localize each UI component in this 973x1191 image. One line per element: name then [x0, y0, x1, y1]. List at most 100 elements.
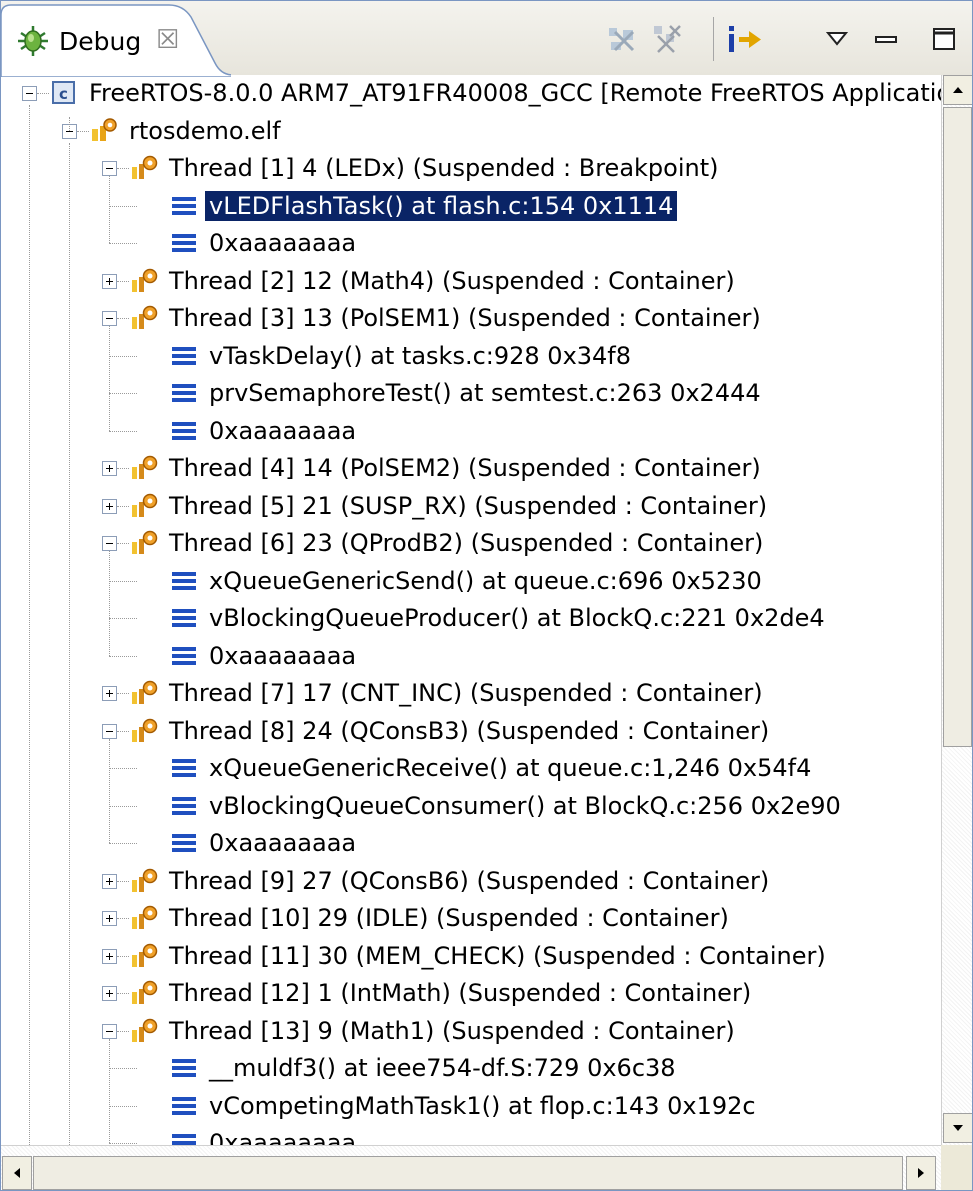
thread-item[interactable]: Thread [13] 9 (Math1) (Suspended : Conta…: [127, 1013, 739, 1049]
stack-frame-item[interactable]: vCompetingMathTask1() at flop.c:143 0x19…: [167, 1088, 760, 1124]
scroll-up-button[interactable]: [943, 75, 972, 105]
tree-guide-line: [109, 738, 110, 843]
stack-frame-icon: [167, 601, 201, 635]
debug-bug-icon: [15, 23, 51, 63]
thread-icon: [127, 301, 161, 335]
scrollbar-corner: [941, 1145, 972, 1190]
stack-frame-item[interactable]: xQueueGenericSend() at queue.c:696 0x523…: [167, 563, 766, 599]
tree-item-label: Thread [7] 17 (CNT_INC) (Suspended : Con…: [169, 679, 763, 707]
tree-item-label: Thread [3] 13 (PolSEM1) (Suspended : Con…: [169, 304, 761, 332]
tree-item-label: Thread [10] 29 (IDLE) (Suspended : Conta…: [169, 904, 729, 932]
tree-item-label: xQueueGenericSend() at queue.c:696 0x523…: [209, 566, 762, 595]
stack-frame-item[interactable]: vBlockingQueueProducer() at BlockQ.c:221…: [167, 600, 829, 636]
tree-connector: [109, 580, 137, 582]
svg-text:c: c: [59, 85, 68, 103]
stack-frame-item[interactable]: 0xaaaaaaaa: [167, 825, 360, 861]
tree-guide-line: [109, 326, 110, 431]
stack-frame-item[interactable]: __muldf3() at ieee754-df.S:729 0x6c38: [167, 1050, 680, 1086]
tree-item-label: vTaskDelay() at tasks.c:928 0x34f8: [209, 341, 632, 370]
expand-toggle-icon[interactable]: [102, 873, 117, 889]
scroll-left-button[interactable]: [2, 1156, 32, 1190]
expand-toggle-icon[interactable]: [102, 686, 117, 701]
expand-toggle-icon[interactable]: [102, 461, 117, 476]
stack-frame-item[interactable]: xQueueGenericReceive() at queue.c:1,246 …: [167, 750, 815, 786]
tree-item-label: vBlockingQueueProducer() at BlockQ.c:221…: [209, 604, 825, 632]
tree-item-label: Thread [13] 9 (Math1) (Suspended : Conta…: [169, 1016, 735, 1045]
horizontal-scroll-thumb[interactable]: [33, 1156, 903, 1190]
stack-frame-item[interactable]: 0xaaaaaaaa: [167, 225, 360, 261]
tree-item-label: Thread [4] 14 (PolSEM2) (Suspended : Con…: [169, 454, 761, 482]
thread-item[interactable]: Thread [7] 17 (CNT_INC) (Suspended : Con…: [127, 675, 767, 711]
thread-item[interactable]: Thread [1] 4 (LEDx) (Suspended : Breakpo…: [127, 150, 723, 186]
thread-item[interactable]: Thread [12] 1 (IntMath) (Suspended : Con…: [127, 975, 755, 1011]
stack-frame-icon: [167, 1051, 201, 1085]
debug-tree[interactable]: c FreeRTOS-8.0.0 ARM7_AT91FR40008_GCC [Re…: [1, 75, 941, 1145]
tree-connector: [109, 843, 137, 844]
tree-item-label: Thread [6] 23 (QProdB2) (Suspended : Con…: [169, 529, 764, 557]
process-item[interactable]: rtosdemo.elf: [87, 113, 285, 149]
close-icon[interactable]: ☒: [156, 27, 179, 53]
thread-item[interactable]: Thread [2] 12 (Math4) (Suspended : Conta…: [127, 263, 739, 299]
thread-item[interactable]: Thread [10] 29 (IDLE) (Suspended : Conta…: [127, 900, 733, 936]
tree-connector: [109, 618, 137, 619]
expand-toggle-icon[interactable]: [102, 273, 117, 289]
tree-connector: [109, 1105, 137, 1107]
stack-frame-icon: [167, 376, 201, 410]
scroll-down-button[interactable]: [943, 1113, 972, 1143]
expand-toggle-icon[interactable]: [102, 498, 117, 514]
horizontal-scrollbar[interactable]: [1, 1145, 941, 1190]
stack-frame-item[interactable]: vLEDFlashTask() at flash.c:154 0x1114: [167, 188, 678, 224]
collapse-toggle-icon[interactable]: [102, 723, 117, 739]
arrow-left-icon: [14, 1168, 20, 1178]
vertical-scrollbar[interactable]: [941, 75, 972, 1145]
vertical-scroll-thumb[interactable]: [943, 107, 972, 747]
scroll-right-button[interactable]: [906, 1156, 936, 1190]
thread-item[interactable]: Thread [8] 24 (QConsB3) (Suspended : Con…: [127, 713, 773, 749]
tree-item-label: Thread [11] 30 (MEM_CHECK) (Suspended : …: [169, 941, 826, 970]
thread-item[interactable]: Thread [9] 27 (QConsB6) (Suspended : Con…: [127, 863, 773, 899]
minimize-icon[interactable]: [866, 19, 906, 59]
stack-frame-item[interactable]: vBlockingQueueConsumer() at BlockQ.c:256…: [167, 788, 845, 824]
tree-item-label: Thread [5] 21 (SUSP_RX) (Suspended : Con…: [169, 491, 768, 520]
stack-frame-item[interactable]: vTaskDelay() at tasks.c:928 0x34f8: [167, 338, 635, 374]
collapse-toggle-icon[interactable]: [102, 536, 117, 551]
toolbar-separator: [713, 17, 714, 61]
stack-frame-icon: [167, 226, 201, 260]
tree-connector: [109, 1143, 137, 1144]
tree-item-label: Thread [2] 12 (Math4) (Suspended : Conta…: [169, 266, 735, 295]
thread-item[interactable]: Thread [11] 30 (MEM_CHECK) (Suspended : …: [127, 938, 830, 974]
tree-item-label: prvSemaphoreTest() at semtest.c:263 0x24…: [209, 379, 761, 407]
launch-item[interactable]: c FreeRTOS-8.0.0 ARM7_AT91FR40008_GCC [Re…: [47, 75, 941, 111]
thread-item[interactable]: Thread [3] 13 (PolSEM1) (Suspended : Con…: [127, 300, 765, 336]
view-menu-icon[interactable]: [817, 19, 857, 59]
thread-item[interactable]: Thread [4] 14 (PolSEM2) (Suspended : Con…: [127, 450, 765, 486]
stack-frame-item[interactable]: 0xaaaaaaaa: [167, 1125, 360, 1145]
step-filters-icon[interactable]: [726, 19, 766, 59]
stack-frame-item[interactable]: prvSemaphoreTest() at semtest.c:263 0x24…: [167, 375, 765, 411]
thread-item[interactable]: Thread [6] 23 (QProdB2) (Suspended : Con…: [127, 525, 767, 561]
tree-connector: [109, 205, 137, 207]
collapse-toggle-icon[interactable]: [102, 161, 117, 176]
expand-toggle-icon[interactable]: [102, 911, 117, 926]
tree-connector: [109, 768, 137, 769]
expand-toggle-icon[interactable]: [102, 986, 117, 1001]
collapse-toggle-icon[interactable]: [22, 86, 37, 101]
collapse-toggle-icon[interactable]: [102, 1023, 117, 1039]
expand-toggle-icon[interactable]: [102, 948, 117, 964]
remove-all-terminated-icon[interactable]: [647, 19, 687, 59]
maximize-icon[interactable]: [924, 19, 964, 59]
thread-icon: [127, 451, 161, 485]
tree-guide-line: [69, 116, 70, 131]
view-toolbar: [572, 1, 972, 75]
tab-title: Debug: [59, 27, 142, 56]
tree-item-label: vCompetingMathTask1() at flop.c:143 0x19…: [209, 1091, 756, 1120]
stack-frame-item[interactable]: 0xaaaaaaaa: [167, 413, 360, 449]
thread-item[interactable]: Thread [5] 21 (SUSP_RX) (Suspended : Con…: [127, 488, 771, 524]
stack-frame-icon: [167, 1126, 201, 1145]
tree-item-label: 0xaaaaaaaa: [209, 229, 357, 257]
collapse-toggle-icon[interactable]: [102, 311, 117, 326]
remove-launch-icon[interactable]: [602, 19, 642, 59]
tab-debug[interactable]: Debug ☒: [1, 3, 231, 77]
tree-item-label: __muldf3() at ieee754-df.S:729 0x6c38: [209, 1054, 676, 1082]
stack-frame-item[interactable]: 0xaaaaaaaa: [167, 638, 360, 674]
